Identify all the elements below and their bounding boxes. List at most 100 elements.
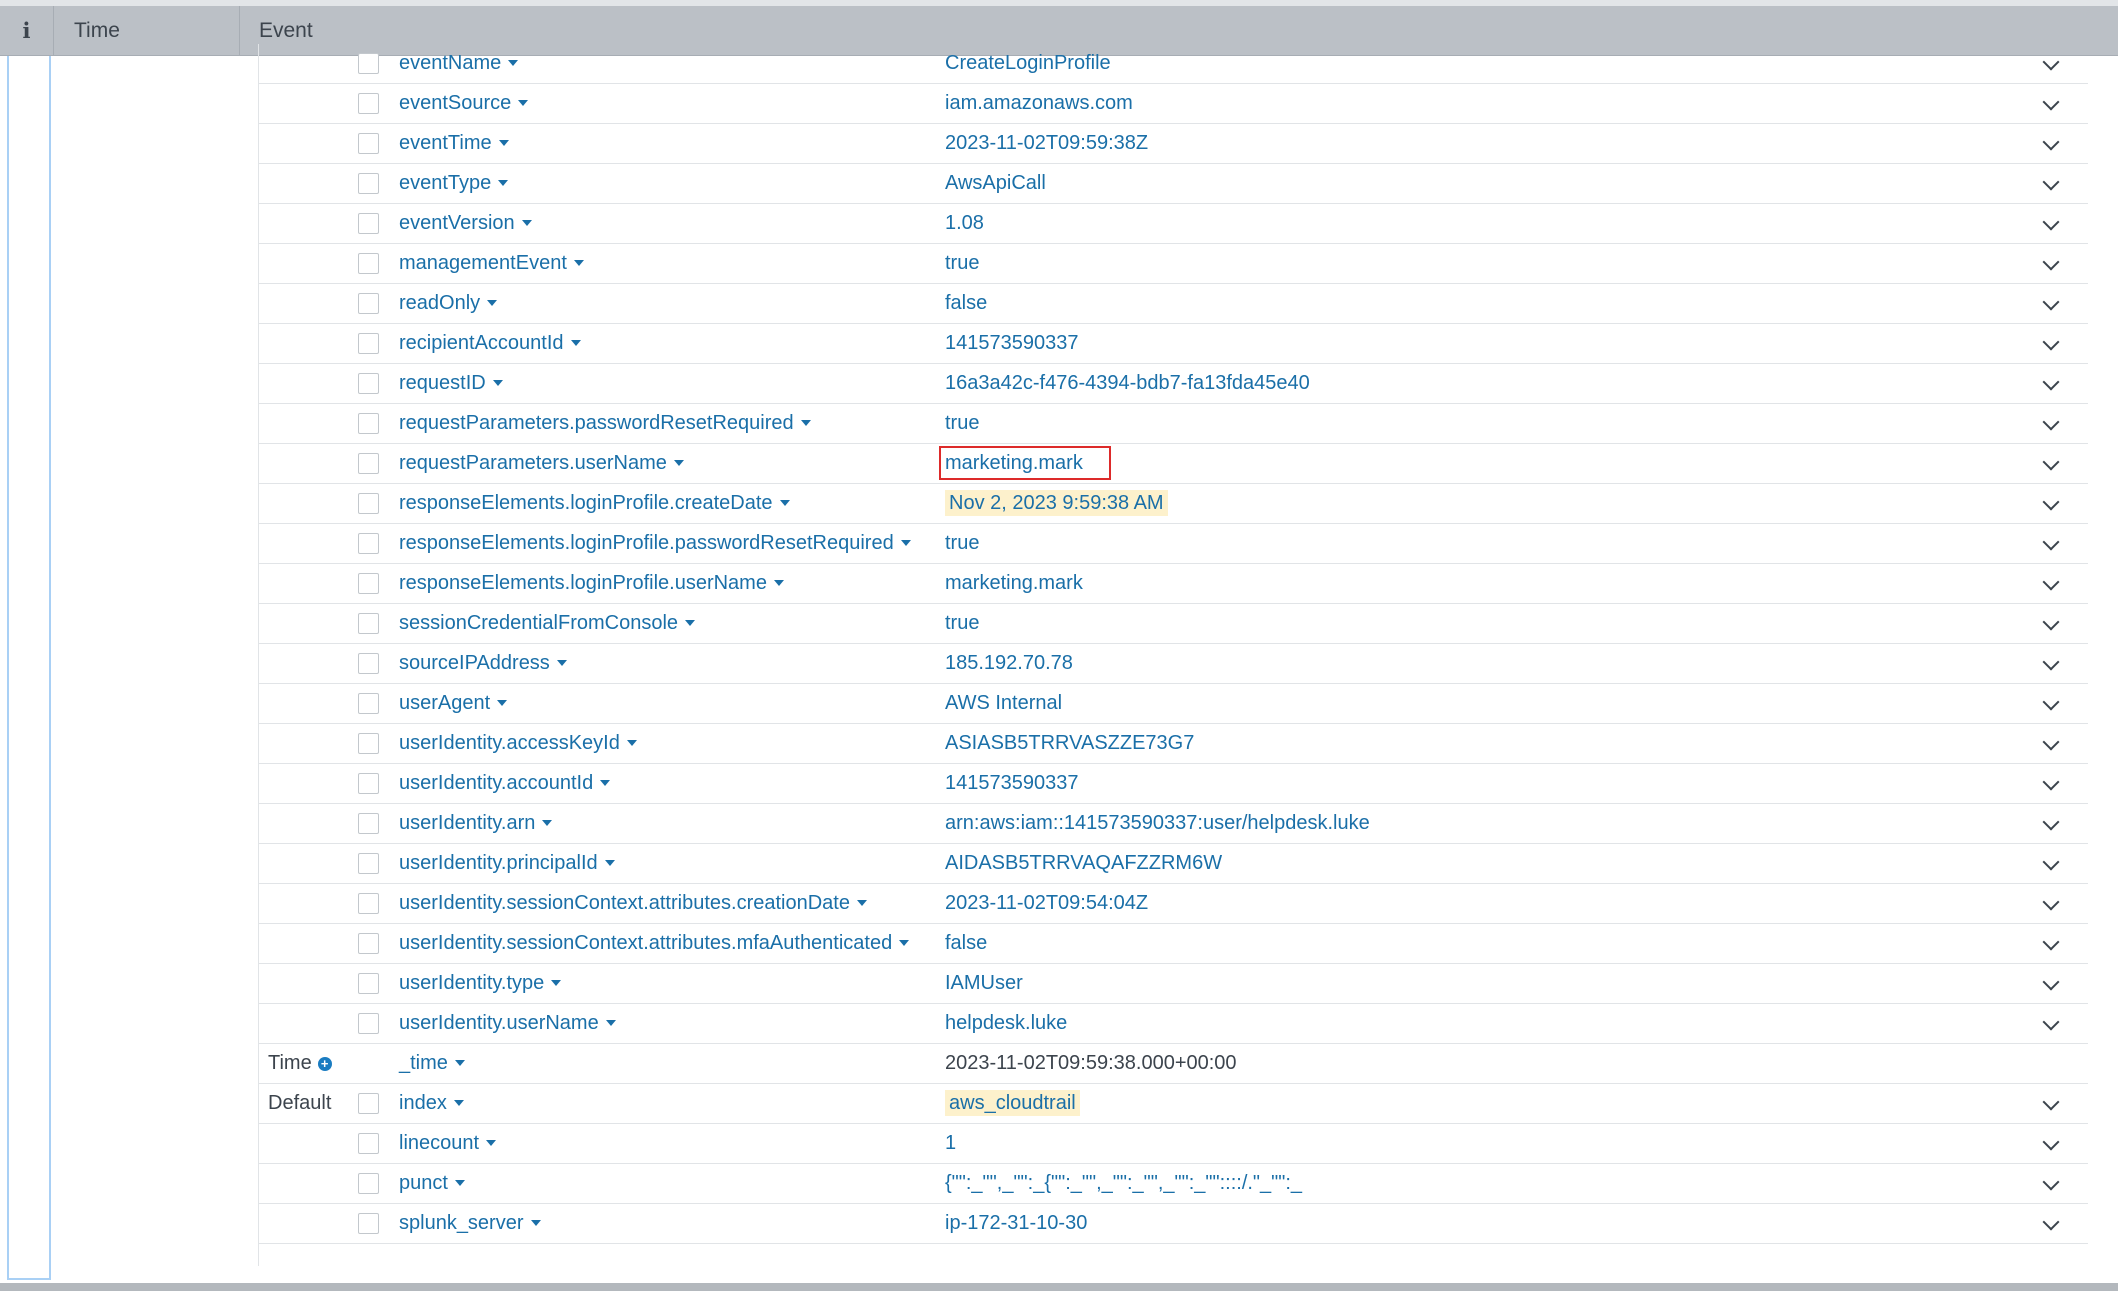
chevron-down-icon[interactable] <box>2042 93 2060 111</box>
chevron-down-icon[interactable] <box>2042 853 2060 871</box>
field-value[interactable]: ip-172-31-10-30 <box>945 1204 1087 1243</box>
field-name-link[interactable]: managementEvent <box>399 244 584 283</box>
caret-down-icon[interactable] <box>900 540 911 546</box>
field-value[interactable]: false <box>945 284 987 323</box>
field-name-link[interactable]: userAgent <box>399 684 508 723</box>
field-select-checkbox[interactable] <box>358 1173 379 1194</box>
plus-circle-icon[interactable]: + <box>317 1057 332 1071</box>
field-name-link[interactable]: responseElements.loginProfile.createDate <box>399 484 790 523</box>
field-name-link[interactable]: responseElements.loginProfile.passwordRe… <box>399 524 911 563</box>
chevron-down-icon[interactable] <box>2042 813 2060 831</box>
caret-down-icon[interactable] <box>573 260 584 266</box>
field-value[interactable]: 141573590337 <box>945 324 1078 363</box>
chevron-down-icon[interactable] <box>2042 133 2060 151</box>
field-value[interactable]: 2023-11-02T09:54:04Z <box>945 884 1148 923</box>
chevron-down-icon[interactable] <box>2042 1133 2060 1151</box>
field-select-checkbox[interactable] <box>358 1213 379 1234</box>
caret-down-icon[interactable] <box>673 460 684 466</box>
field-value[interactable]: AWS Internal <box>945 684 1062 723</box>
field-value[interactable]: true <box>945 524 979 563</box>
field-name-link[interactable]: responseElements.loginProfile.userName <box>399 564 784 603</box>
field-name-link[interactable]: userIdentity.sessionContext.attributes.m… <box>399 924 910 963</box>
field-name-link[interactable]: eventTime <box>399 124 509 163</box>
caret-down-icon[interactable] <box>773 580 784 586</box>
field-select-checkbox[interactable] <box>358 613 379 634</box>
chevron-down-icon[interactable] <box>2042 493 2060 511</box>
chevron-down-icon[interactable] <box>2042 53 2060 71</box>
caret-down-icon[interactable] <box>518 100 529 106</box>
field-select-checkbox[interactable] <box>358 533 379 554</box>
caret-down-icon[interactable] <box>521 220 532 226</box>
field-value[interactable]: false <box>945 924 987 963</box>
chevron-down-icon[interactable] <box>2042 453 2060 471</box>
field-select-checkbox[interactable] <box>358 53 379 74</box>
field-name-link[interactable]: _time <box>399 1044 465 1083</box>
field-name-link[interactable]: userIdentity.sessionContext.attributes.c… <box>399 884 867 923</box>
field-name-link[interactable]: requestParameters.userName <box>399 444 684 483</box>
chevron-down-icon[interactable] <box>2042 373 2060 391</box>
field-name-link[interactable]: splunk_server <box>399 1204 541 1243</box>
field-select-checkbox[interactable] <box>358 893 379 914</box>
field-select-checkbox[interactable] <box>358 653 379 674</box>
chevron-down-icon[interactable] <box>2042 413 2060 431</box>
caret-down-icon[interactable] <box>605 1020 616 1026</box>
field-value[interactable]: 1 <box>945 1124 956 1163</box>
field-select-checkbox[interactable] <box>358 933 379 954</box>
chevron-down-icon[interactable] <box>2042 973 2060 991</box>
field-value[interactable]: marketing.mark <box>945 564 1083 603</box>
field-select-checkbox[interactable] <box>358 413 379 434</box>
caret-down-icon[interactable] <box>498 140 509 146</box>
field-select-checkbox[interactable] <box>358 693 379 714</box>
field-select-checkbox[interactable] <box>358 773 379 794</box>
field-name-link[interactable]: index <box>399 1084 464 1123</box>
caret-down-icon[interactable] <box>542 820 553 826</box>
field-value[interactable]: IAMUser <box>945 964 1023 1003</box>
field-select-checkbox[interactable] <box>358 373 379 394</box>
chevron-down-icon[interactable] <box>2042 253 2060 271</box>
caret-down-icon[interactable] <box>551 980 562 986</box>
chevron-down-icon[interactable] <box>2042 653 2060 671</box>
chevron-down-icon[interactable] <box>2042 613 2060 631</box>
field-value[interactable]: 1.08 <box>945 204 984 243</box>
field-select-checkbox[interactable] <box>358 333 379 354</box>
field-value[interactable]: AwsApiCall <box>945 164 1046 203</box>
time-column-header[interactable]: Time <box>54 6 240 56</box>
caret-down-icon[interactable] <box>508 60 519 66</box>
info-column-header[interactable]: i <box>0 6 54 56</box>
field-select-checkbox[interactable] <box>358 173 379 194</box>
chevron-down-icon[interactable] <box>2042 213 2060 231</box>
caret-down-icon[interactable] <box>454 1060 465 1066</box>
field-select-checkbox[interactable] <box>358 1133 379 1154</box>
chevron-down-icon[interactable] <box>2042 733 2060 751</box>
caret-down-icon[interactable] <box>487 300 498 306</box>
field-value[interactable]: 16a3a42c-f476-4394-bdb7-fa13fda45e40 <box>945 364 1310 403</box>
field-value[interactable]: true <box>945 404 979 443</box>
field-value[interactable]: arn:aws:iam::141573590337:user/helpdesk.… <box>945 804 1370 843</box>
chevron-down-icon[interactable] <box>2042 333 2060 351</box>
caret-down-icon[interactable] <box>454 1180 465 1186</box>
caret-down-icon[interactable] <box>626 740 637 746</box>
chevron-down-icon[interactable] <box>2042 573 2060 591</box>
field-select-checkbox[interactable] <box>358 213 379 234</box>
field-value[interactable]: marketing.mark <box>939 444 1111 483</box>
field-value[interactable]: AIDASB5TRRVAQAFZZRM6W <box>945 844 1222 883</box>
caret-down-icon[interactable] <box>800 420 811 426</box>
chevron-down-icon[interactable] <box>2042 1093 2060 1111</box>
field-name-link[interactable]: requestID <box>399 364 503 403</box>
caret-down-icon[interactable] <box>600 780 611 786</box>
field-value[interactable]: iam.amazonaws.com <box>945 84 1133 123</box>
field-name-link[interactable]: eventName <box>399 44 519 83</box>
field-select-checkbox[interactable] <box>358 133 379 154</box>
field-select-checkbox[interactable] <box>358 813 379 834</box>
chevron-down-icon[interactable] <box>2042 933 2060 951</box>
field-value[interactable]: true <box>945 244 979 283</box>
field-name-link[interactable]: sourceIPAddress <box>399 644 567 683</box>
field-select-checkbox[interactable] <box>358 973 379 994</box>
caret-down-icon[interactable] <box>498 180 509 186</box>
caret-down-icon[interactable] <box>497 700 508 706</box>
field-select-checkbox[interactable] <box>358 733 379 754</box>
chevron-down-icon[interactable] <box>2042 693 2060 711</box>
chevron-down-icon[interactable] <box>2042 533 2060 551</box>
field-name-link[interactable]: linecount <box>399 1124 497 1163</box>
field-value[interactable]: CreateLoginProfile <box>945 44 1111 83</box>
